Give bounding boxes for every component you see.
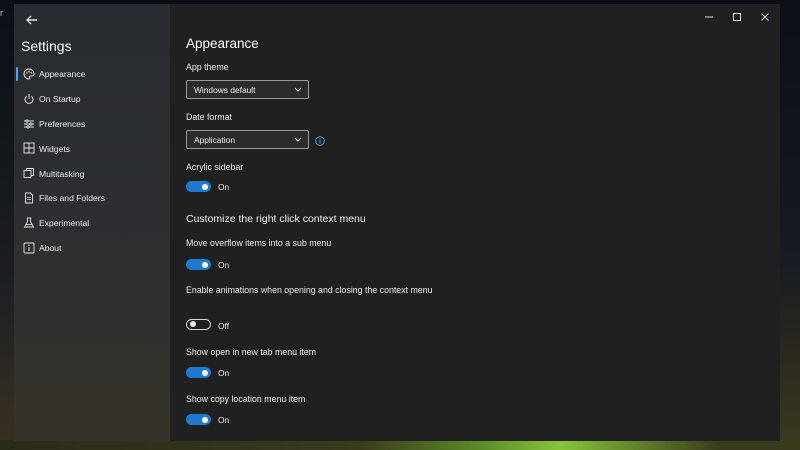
acrylic-sidebar-toggle[interactable]	[186, 181, 211, 192]
desktop-background-left: r	[0, 0, 14, 450]
context-menu-section-title: Customize the right click context menu	[186, 213, 366, 225]
multitasking-icon	[23, 167, 35, 179]
desktop-background-bottom	[0, 440, 800, 450]
overflow-submenu-label: Move overflow items into a sub menu	[186, 238, 332, 248]
app-title: Settings	[21, 38, 72, 54]
info-icon[interactable]	[315, 136, 325, 146]
toggle-knob	[202, 416, 208, 423]
toggle-knob	[202, 183, 208, 190]
palette-icon	[23, 68, 35, 80]
desktop-background-right	[780, 0, 800, 450]
sidebar-item-preferences[interactable]: Preferences	[14, 112, 170, 137]
overflow-submenu-state: On	[218, 260, 230, 270]
sidebar-item-experimental[interactable]: Experimental	[14, 211, 170, 236]
context-animations-label: Enable animations when opening and closi…	[186, 285, 433, 295]
settings-window: Settings Appearance On Startup Preferenc…	[14, 4, 780, 441]
date-format-dropdown[interactable]: Application	[186, 130, 309, 149]
app-theme-dropdown[interactable]: Windows default	[186, 80, 309, 99]
flask-icon	[23, 217, 35, 229]
sidebar-nav: Appearance On Startup Preferences Widget…	[14, 62, 170, 260]
acrylic-sidebar-label: Acrylic sidebar	[186, 162, 244, 172]
back-button[interactable]	[20, 10, 44, 30]
app-theme-label: App theme	[186, 62, 229, 72]
sidebar-item-label: Multitasking	[39, 168, 85, 179]
toggle-knob	[189, 321, 196, 328]
sidebar-item-label: Experimental	[39, 218, 90, 229]
sidebar-item-label: Files and Folders	[39, 193, 105, 204]
widgets-icon	[23, 142, 35, 154]
sliders-icon	[23, 118, 35, 130]
overflow-submenu-toggle[interactable]	[186, 259, 211, 270]
sidebar-item-on-startup[interactable]: On Startup	[14, 87, 170, 112]
page-title: Appearance	[186, 36, 259, 51]
sidebar-item-label: About	[39, 242, 62, 253]
context-animations-state: Off	[218, 321, 230, 331]
date-format-label: Date format	[186, 112, 232, 122]
context-animations-toggle[interactable]	[186, 319, 211, 330]
copy-location-state: On	[218, 415, 230, 425]
chevron-down-icon	[294, 87, 302, 92]
acrylic-sidebar-state: On	[218, 182, 230, 192]
sidebar: Settings Appearance On Startup Preferenc…	[14, 4, 170, 441]
back-arrow-icon	[26, 15, 37, 25]
sidebar-item-label: Appearance	[39, 69, 86, 80]
sidebar-item-label: Preferences	[39, 118, 86, 129]
settings-content: Appearance App theme Windows default Dat…	[170, 4, 780, 441]
toggle-knob	[202, 261, 208, 268]
open-new-tab-state: On	[218, 368, 230, 378]
document-icon	[23, 192, 35, 204]
power-icon	[23, 93, 35, 105]
sidebar-item-appearance[interactable]: Appearance	[14, 62, 170, 87]
copy-location-toggle[interactable]	[186, 414, 211, 425]
sidebar-item-widgets[interactable]: Widgets	[14, 136, 170, 161]
toggle-knob	[202, 369, 208, 376]
sidebar-item-about[interactable]: About	[14, 236, 170, 261]
date-format-value: Application	[194, 135, 235, 145]
copy-location-label: Show copy location menu item	[186, 394, 306, 404]
sidebar-item-files-and-folders[interactable]: Files and Folders	[14, 186, 170, 211]
open-new-tab-label: Show open in new tab menu item	[186, 347, 317, 357]
open-new-tab-toggle[interactable]	[186, 367, 211, 378]
sidebar-item-label: Widgets	[39, 143, 71, 154]
app-theme-value: Windows default	[194, 85, 256, 95]
sidebar-item-label: On Startup	[39, 94, 81, 105]
sidebar-item-multitasking[interactable]: Multitasking	[14, 161, 170, 186]
chevron-down-icon	[294, 137, 302, 142]
info-icon	[23, 242, 35, 254]
desktop-edge-text: r	[0, 8, 3, 18]
